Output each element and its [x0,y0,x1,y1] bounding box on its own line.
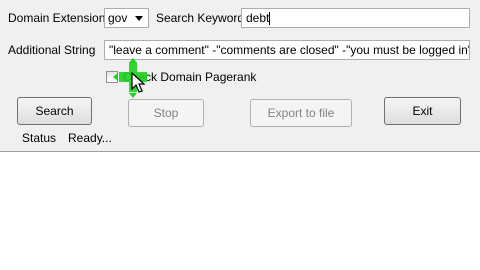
text-caret [269,12,271,26]
export-button[interactable]: Export to file [250,99,352,127]
results-output-area[interactable] [0,151,480,270]
additional-string-input[interactable]: "leave a comment" -"comments are closed"… [104,40,470,60]
status-label: Status [22,131,57,145]
search-keyword-value: debt [246,11,270,25]
search-keyword-label: Search Keyword [156,11,245,25]
chevron-down-icon[interactable] [132,10,146,26]
domain-extension-select[interactable]: gov [104,8,149,28]
status-value: Ready... [68,131,112,145]
exit-button[interactable]: Exit [384,97,461,125]
domain-extension-value: gov [108,11,128,25]
search-button[interactable]: Search [17,97,92,125]
additional-string-label: Additional String [8,43,96,57]
domain-extension-label: Domain Extension [8,11,106,25]
stop-button[interactable]: Stop [128,99,204,127]
search-keyword-input[interactable]: debt [241,8,470,28]
mouse-pointer-icon [131,71,147,94]
